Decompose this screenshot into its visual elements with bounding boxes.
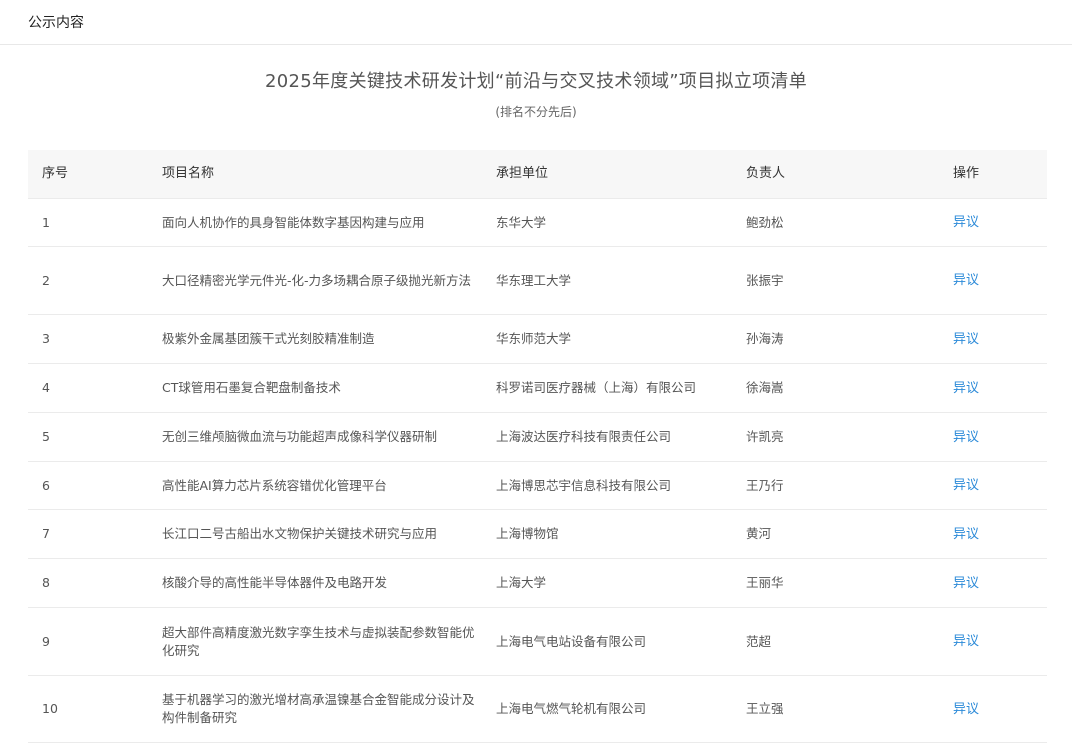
- table-header: 序号 项目名称 承担单位 负责人 操作: [28, 150, 1047, 199]
- row-name: 长江口二号古船出水文物保护关键技术研究与应用: [162, 526, 438, 541]
- row-name: 大口径精密光学元件光-化-力多场耦合原子级抛光新方法: [162, 272, 472, 288]
- row-no: 6: [42, 477, 50, 493]
- objection-link[interactable]: 异议: [953, 215, 979, 230]
- row-unit: 华东师范大学: [496, 331, 572, 346]
- notice-title: 2025年度关键技术研发计划“前沿与交叉技术领域”项目拟立项清单: [264, 71, 808, 92]
- row-no: 5: [42, 429, 50, 444]
- row-lead: 黄河: [746, 526, 772, 541]
- row-action: 异议: [953, 428, 1047, 447]
- row-name: CT球管用石墨复合靶盘制备技术: [162, 380, 341, 395]
- row-action: 异议: [953, 525, 1047, 544]
- row-action: 异议: [953, 330, 1047, 349]
- row-lead: 王乃行: [746, 477, 784, 493]
- row-lead: 许凯亮: [746, 429, 784, 444]
- objection-link[interactable]: 异议: [953, 634, 979, 649]
- row-unit: 上海博思芯宇信息科技有限公司: [496, 477, 672, 493]
- row-action: 异议: [953, 271, 1047, 290]
- row-unit: 华东理工大学: [496, 272, 572, 288]
- row-lead: 鲍劲松: [746, 214, 784, 230]
- row-name: 无创三维颅脑微血流与功能超声成像科学仪器研制: [162, 429, 438, 444]
- objection-link[interactable]: 异议: [953, 332, 979, 347]
- header-unit: 承担单位: [496, 166, 549, 181]
- row-name: 面向人机协作的具身智能体数字基因构建与应用: [162, 214, 425, 230]
- objection-link[interactable]: 异议: [953, 273, 979, 288]
- row-unit: 上海波达医疗科技有限责任公司: [496, 429, 672, 444]
- table-row: 10 基于机器学习的激光增材高承温镍基合金智能成分设计及构件制备研究 上海电气燃…: [28, 676, 1047, 743]
- row-action: 异议: [953, 700, 1047, 719]
- row-no: 3: [42, 331, 50, 346]
- row-unit: 上海电气电站设备有限公司: [496, 633, 647, 649]
- objection-link[interactable]: 异议: [953, 702, 979, 717]
- project-table: 序号 项目名称 承担单位 负责人 操作 1 面向人机协作的具身智能体数字基因构建…: [28, 150, 1047, 743]
- row-unit: 上海博物馆: [496, 526, 559, 541]
- header-lead: 负责人: [746, 166, 786, 181]
- topbar: 公示内容: [0, 0, 1072, 45]
- objection-link[interactable]: 异议: [953, 576, 979, 591]
- table-row: 5 无创三维颅脑微血流与功能超声成像科学仪器研制 上海波达医疗科技有限责任公司 …: [28, 413, 1047, 462]
- row-no: 7: [42, 526, 50, 541]
- row-action: 异议: [953, 632, 1047, 651]
- table-row: 6 高性能AI算力芯片系统容错优化管理平台 上海博思芯宇信息科技有限公司 王乃行…: [28, 462, 1047, 510]
- objection-link[interactable]: 异议: [953, 478, 979, 493]
- row-name: 极紫外金属基团簇干式光刻胶精准制造: [162, 331, 375, 346]
- row-lead: 王立强: [746, 701, 784, 716]
- table-row: 3 极紫外金属基团簇干式光刻胶精准制造 华东师范大学 孙海涛 异议: [28, 315, 1047, 364]
- table-row: 8 核酸介导的高性能半导体器件及电路开发 上海大学 王丽华 异议: [28, 559, 1047, 608]
- row-no: 1: [42, 214, 50, 230]
- row-unit: 东华大学: [496, 214, 547, 230]
- row-unit: 科罗诺司医疗器械（上海）有限公司: [496, 380, 697, 395]
- notice-subtitle: (排名不分先后): [495, 105, 577, 119]
- row-lead: 孙海涛: [746, 331, 784, 346]
- objection-link[interactable]: 异议: [953, 430, 979, 445]
- table-row: 4 CT球管用石墨复合靶盘制备技术 科罗诺司医疗器械（上海）有限公司 徐海嵩 异…: [28, 364, 1047, 413]
- row-lead: 徐海嵩: [746, 380, 784, 395]
- objection-link[interactable]: 异议: [953, 381, 979, 396]
- table-row: 9 超大部件高精度激光数字孪生技术与虚拟装配参数智能优化研究 上海电气电站设备有…: [28, 608, 1047, 676]
- table-row: 2 大口径精密光学元件光-化-力多场耦合原子级抛光新方法 华东理工大学 张振宇 …: [28, 247, 1047, 315]
- row-name: 超大部件高精度激光数字孪生技术与虚拟装配参数智能优化研究: [162, 624, 475, 658]
- page: 公示内容 2025年度关键技术研发计划“前沿与交叉技术领域”项目拟立项清单 (排…: [0, 0, 1072, 747]
- topbar-title: 公示内容: [28, 15, 84, 31]
- row-name: 核酸介导的高性能半导体器件及电路开发: [162, 575, 388, 590]
- row-lead: 王丽华: [746, 575, 784, 590]
- row-unit: 上海电气燃气轮机有限公司: [496, 701, 647, 716]
- row-no: 2: [42, 272, 50, 288]
- row-action: 异议: [953, 574, 1047, 593]
- header-action: 操作: [953, 166, 980, 181]
- row-no: 10: [42, 701, 58, 716]
- objection-link[interactable]: 异议: [953, 527, 979, 542]
- row-no: 8: [42, 575, 50, 590]
- row-no: 9: [42, 633, 50, 649]
- row-no: 4: [42, 380, 50, 395]
- table-row: 1 面向人机协作的具身智能体数字基因构建与应用 东华大学 鲍劲松 异议: [28, 199, 1047, 247]
- row-action: 异议: [953, 213, 1047, 232]
- row-lead: 范超: [746, 633, 772, 649]
- row-action: 异议: [953, 476, 1047, 495]
- row-action: 异议: [953, 379, 1047, 398]
- row-name: 高性能AI算力芯片系统容错优化管理平台: [162, 477, 387, 493]
- row-name: 基于机器学习的激光增材高承温镍基合金智能成分设计及构件制备研究: [162, 692, 475, 725]
- header-name: 项目名称: [162, 166, 215, 181]
- table-row: 7 长江口二号古船出水文物保护关键技术研究与应用 上海博物馆 黄河 异议: [28, 510, 1047, 559]
- row-unit: 上海大学: [496, 575, 547, 590]
- row-lead: 张振宇: [746, 272, 784, 288]
- header-no: 序号: [42, 166, 69, 181]
